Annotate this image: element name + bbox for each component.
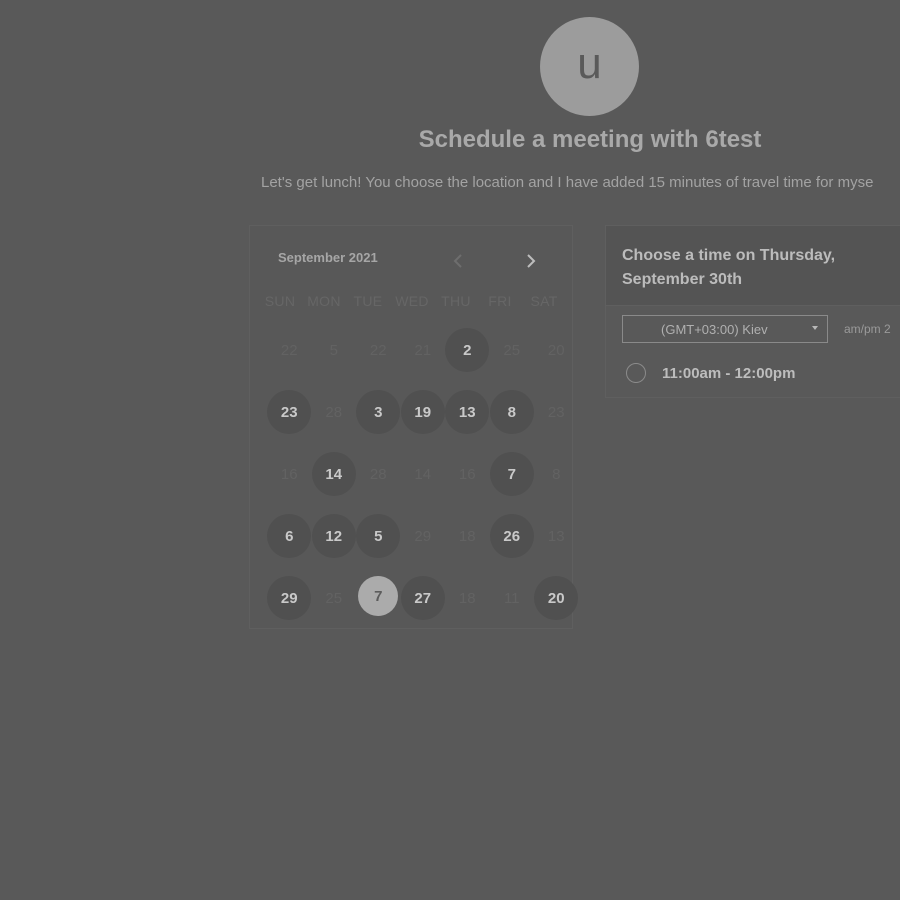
calendar-day-available[interactable]: 23 (267, 390, 312, 434)
time-format-toggle[interactable]: am/pm 2 (844, 322, 891, 336)
chevron-left-icon (453, 254, 462, 268)
weekday-wed: WED (395, 293, 429, 309)
time-slot-option[interactable]: 11:00am - 12:00pm (626, 363, 795, 383)
weekday-fri: FRI (488, 293, 512, 309)
caret-down-icon (812, 326, 818, 330)
calendar-day-available[interactable]: 6 (267, 514, 312, 558)
radio-button[interactable] (626, 363, 646, 383)
calendar-day-available[interactable]: 14 (311, 452, 356, 496)
calendar-day: 25 (325, 589, 343, 607)
calendar-day-available[interactable]: 27 (400, 576, 445, 620)
page-subtitle: Let's get lunch! You choose the location… (261, 174, 874, 191)
avatar: u (540, 17, 639, 116)
previous-month-button[interactable] (448, 250, 468, 272)
calendar-day-selected[interactable]: 7 (358, 576, 399, 616)
avatar-initial: u (577, 38, 602, 88)
time-slot-label: 11:00am - 12:00pm (662, 364, 796, 382)
weekday-tue: TUE (353, 293, 383, 309)
chevron-right-icon (527, 254, 536, 268)
calendar-day: 8 (552, 465, 561, 483)
calendar-day: 16 (458, 465, 476, 483)
calendar-day: 11 (503, 589, 520, 607)
timezone-select[interactable]: (GMT+03:00) Kiev (622, 315, 828, 343)
page-title: Schedule a meeting with 6test (418, 126, 762, 153)
calendar-day: 16 (280, 465, 298, 483)
calendar-day-available[interactable]: 3 (356, 390, 401, 434)
calendar-day-available[interactable]: 2 (445, 328, 490, 372)
calendar-day: 13 (547, 527, 565, 545)
weekday-sat: SAT (530, 293, 558, 309)
weekday-sun: SUN (264, 293, 296, 309)
calendar-day: 18 (458, 527, 476, 545)
calendar-month-label: September 2021 (278, 250, 378, 265)
calendar-day-available[interactable]: 26 (489, 514, 534, 558)
time-panel-header: Choose a time on Thursday, September 30t… (606, 226, 900, 306)
time-selection-panel: Choose a time on Thursday, September 30t… (605, 225, 900, 398)
calendar-day-available[interactable]: 7 (489, 452, 534, 496)
calendar-day: 23 (547, 403, 565, 421)
calendar-day: 29 (414, 527, 432, 545)
timezone-value: (GMT+03:00) Kiev (661, 321, 768, 337)
calendar-day: 25 (503, 341, 521, 359)
calendar-day: 28 (369, 465, 387, 483)
time-panel-title: Choose a time on Thursday, September 30t… (622, 247, 836, 288)
weekday-header: SUN MON TUE WED THU FRI SAT (258, 293, 566, 309)
calendar-days-grid: 22 5 22 21 2 25 20 23 28 3 19 13 8 23 16… (267, 328, 579, 638)
weekday-thu: THU (441, 293, 471, 309)
calendar-day-available[interactable]: 19 (400, 390, 445, 434)
calendar-day: 5 (329, 341, 338, 359)
calendar-day-available[interactable]: 13 (445, 390, 490, 434)
calendar-day-available[interactable]: 29 (267, 576, 312, 620)
calendar-day: 28 (325, 403, 343, 421)
calendar-day-available[interactable]: 12 (311, 514, 356, 558)
calendar-day: 14 (414, 465, 432, 483)
calendar-day: 21 (414, 341, 432, 359)
calendar-day-available[interactable]: 20 (534, 576, 579, 620)
weekday-mon: MON (307, 293, 341, 309)
calendar-panel: September 2021 SUN MON TUE WED THU FRI S… (249, 225, 579, 629)
next-month-button[interactable] (521, 250, 541, 272)
calendar-day-available[interactable]: 5 (356, 514, 401, 558)
calendar-day: 20 (547, 341, 565, 359)
calendar-day: 18 (458, 589, 476, 607)
calendar-day-available[interactable]: 8 (489, 390, 534, 434)
calendar-day: 22 (280, 341, 298, 359)
calendar-day: 22 (369, 341, 387, 359)
scheduling-page: u Schedule a meeting with 6test Let's ge… (0, 0, 900, 900)
